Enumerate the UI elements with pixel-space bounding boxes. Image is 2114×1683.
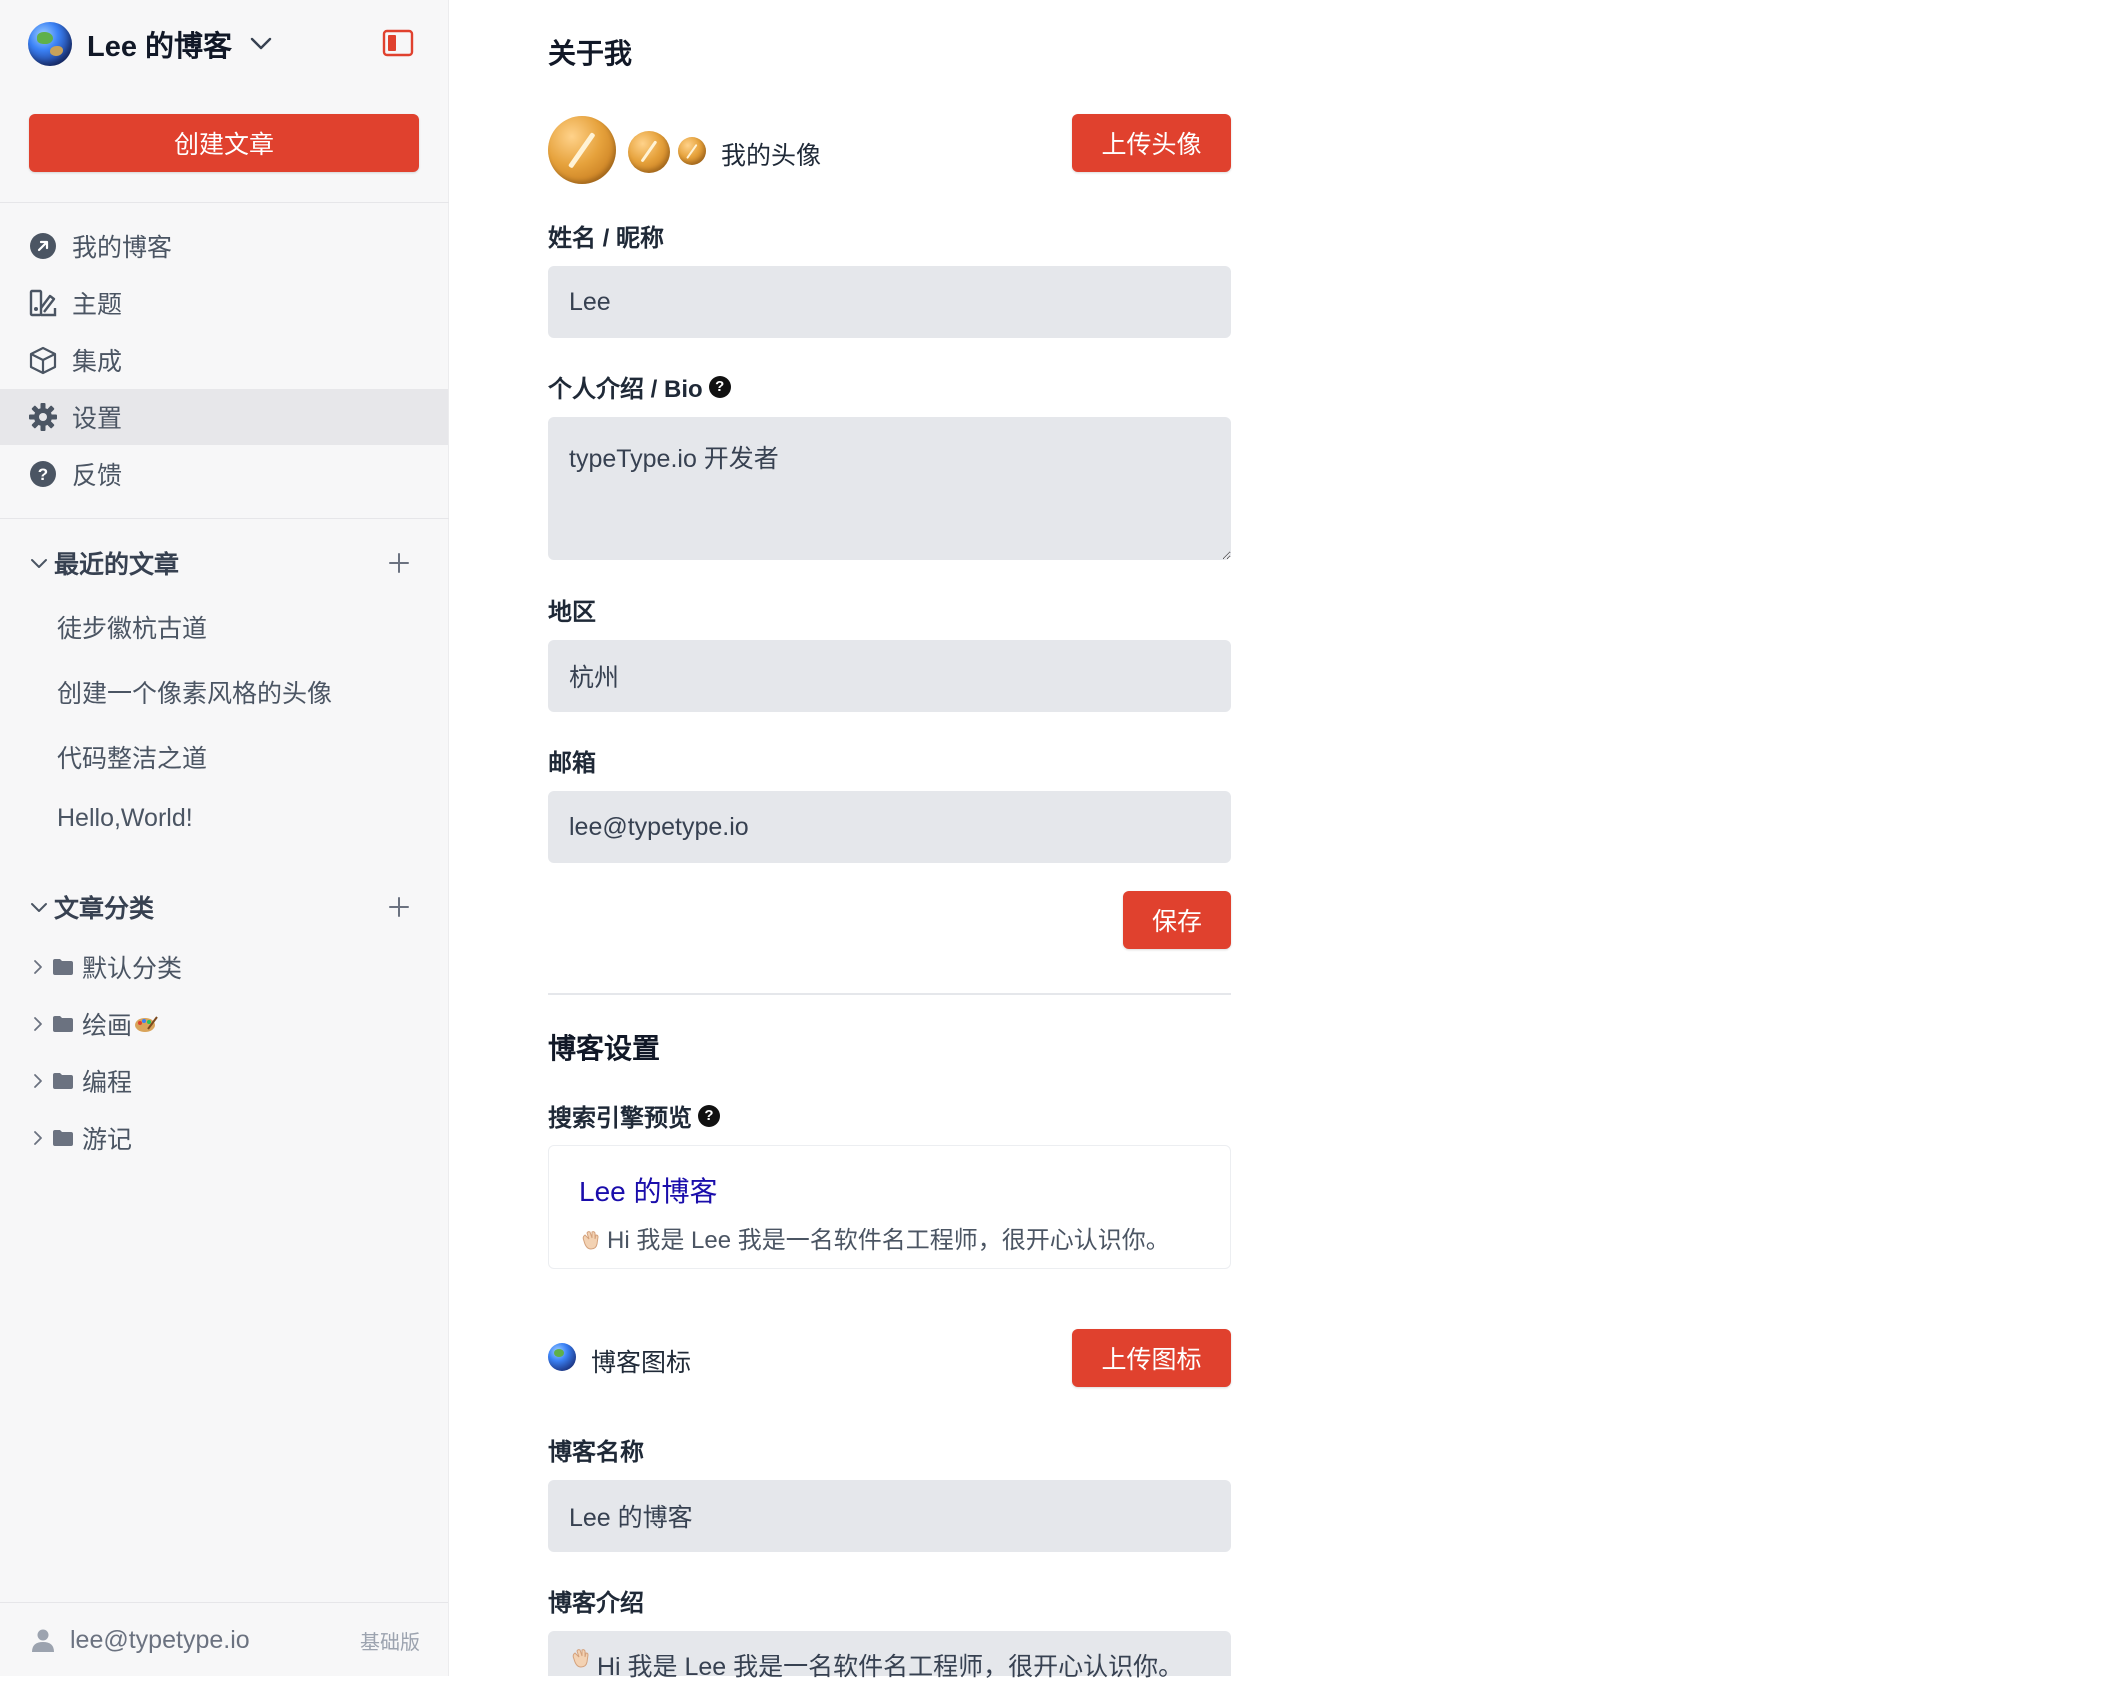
folder-icon [53,959,73,975]
bio-label: 个人介绍 / Bio? [548,369,731,404]
nav-item-label: 主题 [72,291,123,319]
avatar-large [548,116,616,184]
nav-item-settings[interactable]: 设置 [0,389,448,445]
nav-item-label: 反馈 [72,462,123,490]
chevron-right-icon [34,960,42,974]
blog-switcher[interactable]: Lee 的博客 [28,20,276,68]
name-label: 姓名 / 昵称 [548,225,665,252]
sidebar-toggle-icon[interactable] [382,28,414,58]
seo-preview-title[interactable]: Lee 的博客 [579,1170,718,1210]
chevron-down-icon [250,37,272,50]
chevron-right-icon [34,1131,42,1145]
nav-item-integrations[interactable]: 集成 [0,332,448,388]
account-footer[interactable]: lee@typetype.io 基础版 [0,1602,448,1677]
blog-intro-value: Hi 我是 Lee 我是一名软件名工程师，很开心认识你。 [597,1653,1184,1681]
category-label: 默认分类 [82,955,183,983]
chevron-down-icon[interactable] [28,552,50,574]
theme-icon [28,288,58,318]
category-item[interactable]: 编程 [0,1055,448,1107]
category-label: 绘画 [82,1012,133,1040]
avatar-small [678,137,706,165]
cube-icon [28,345,58,375]
globe-icon [28,22,72,66]
recent-post-item[interactable]: 创建一个像素风格的头像 [57,674,332,710]
seo-preview-description: Hi 我是 Lee 我是一名软件名工程师，很开心认识你。 [579,1220,1170,1255]
seo-preview-card: Lee 的博客 Hi 我是 Lee 我是一名软件名工程师，很开心认识你。 [548,1145,1231,1269]
blog-intro-label: 博客介绍 [548,1590,644,1617]
globe-icon [548,1343,576,1371]
chevron-right-icon [34,1074,42,1088]
question-icon: ? [28,459,58,489]
email-label: 邮箱 [548,750,596,777]
blog-intro-field[interactable]: Hi 我是 Lee 我是一名软件名工程师，很开心认识你。 [548,1631,1231,1681]
blog-name-label: 博客名称 [548,1439,644,1466]
avatar-medium [628,131,670,173]
blog-icon-label: 博客图标 [591,1349,692,1377]
gear-icon [28,402,58,432]
email-field[interactable] [548,791,1231,863]
blog-name: Lee 的博客 [87,31,233,63]
recent-post-item[interactable]: 徒步徽杭古道 [57,609,207,645]
region-field[interactable] [548,640,1231,712]
upload-avatar-button[interactable]: 上传头像 [1072,114,1231,172]
chevron-right-icon [34,1017,42,1031]
waving-hand-icon [572,1649,589,1668]
category-label: 游记 [82,1126,133,1154]
nav-item-feedback[interactable]: ? 反馈 [0,446,448,502]
bio-field[interactable]: typeType.io 开发者 [548,417,1231,560]
category-item[interactable]: 默认分类 [0,941,448,993]
account-email: lee@typetype.io [70,1625,250,1654]
avatar-label: 我的头像 [721,142,822,170]
folder-icon [53,1016,73,1032]
category-label: 编程 [82,1069,133,1097]
section-divider [548,993,1231,995]
help-icon[interactable]: ? [698,1104,720,1127]
plan-badge: 基础版 [360,1631,420,1654]
nav-item-label: 设置 [72,405,123,433]
folder-icon [53,1130,73,1146]
nav-item-my-blog[interactable]: 我的博客 [0,218,448,274]
seo-preview-label: 搜索引擎预览? [548,1098,720,1133]
categories-header: 文章分类 [0,882,448,932]
categories-title: 文章分类 [54,895,155,923]
external-link-icon [28,231,58,261]
waving-hand-icon [582,1231,599,1250]
svg-text:?: ? [38,465,48,484]
nav-item-label: 集成 [72,348,123,376]
divider [0,518,449,519]
nav-item-theme[interactable]: 主题 [0,275,448,331]
folder-icon [53,1073,73,1089]
sidebar: Lee 的博客 创建文章 我的博客 主题 集成 设置 ? 反馈 最近的文章 徒步… [0,0,449,1676]
blog-settings-title: 博客设置 [548,1033,661,1064]
category-item[interactable]: 绘画 [0,998,448,1050]
user-icon [32,1629,54,1652]
nav-item-label: 我的博客 [72,234,173,262]
about-me-title: 关于我 [548,38,633,69]
palette-icon [135,1016,158,1032]
recent-post-item[interactable]: 代码整洁之道 [57,739,207,775]
add-post-icon[interactable] [386,550,412,576]
recent-posts-title: 最近的文章 [54,551,180,579]
create-post-button[interactable]: 创建文章 [29,114,419,172]
category-item[interactable]: 游记 [0,1112,448,1164]
region-label: 地区 [548,599,596,626]
divider [0,202,449,203]
recent-posts-header: 最近的文章 [0,538,448,588]
recent-post-item[interactable]: Hello,World! [57,804,193,833]
add-category-icon[interactable] [386,894,412,920]
save-button[interactable]: 保存 [1123,891,1231,949]
chevron-down-icon[interactable] [28,896,50,918]
blog-name-field[interactable] [548,1480,1231,1552]
help-icon[interactable]: ? [708,375,731,398]
name-field[interactable] [548,266,1231,338]
upload-icon-button[interactable]: 上传图标 [1072,1329,1231,1387]
